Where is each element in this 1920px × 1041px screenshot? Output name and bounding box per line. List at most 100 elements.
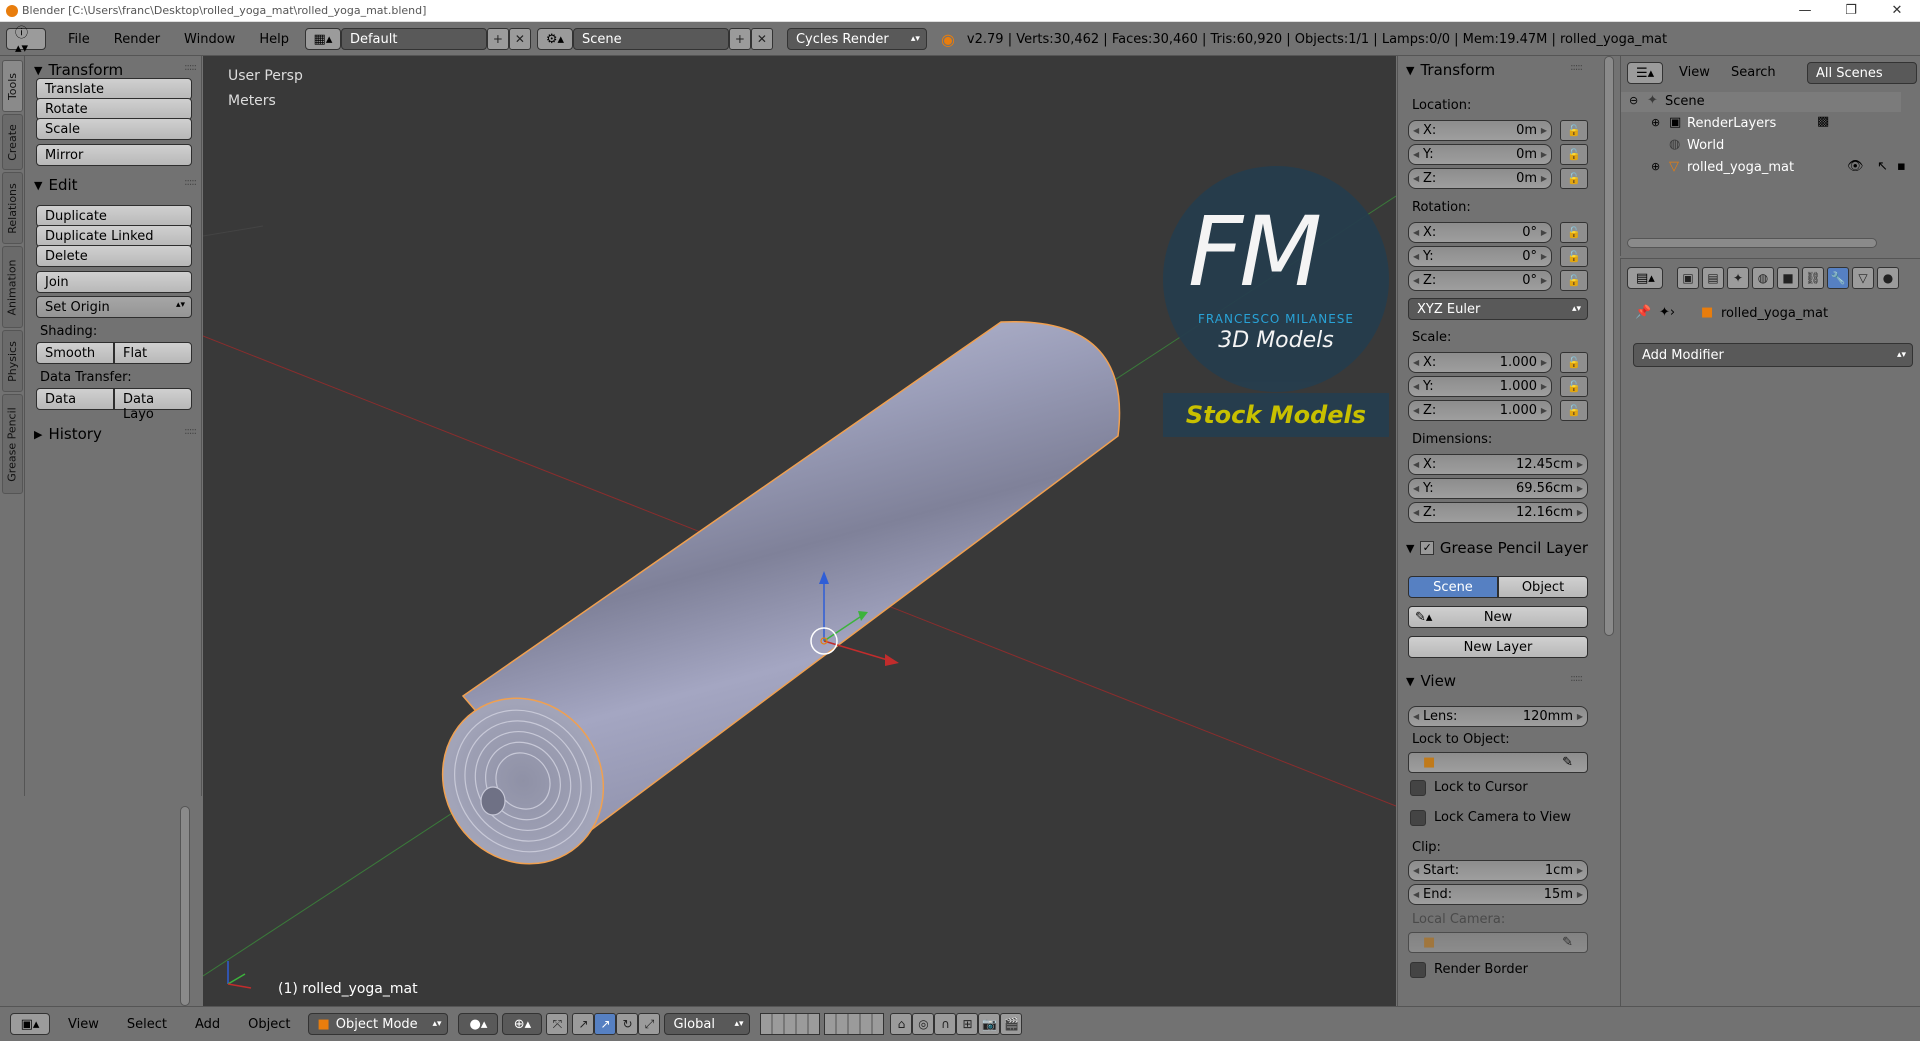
outliner-row-world[interactable]: ◍ World: [1621, 136, 1901, 156]
collapse-icon[interactable]: ⊖: [1629, 94, 1638, 107]
local-camera-field[interactable]: ■ ✎: [1408, 932, 1588, 953]
modifiers-wrench-tab-icon[interactable]: 🔧: [1827, 267, 1849, 289]
panel-header-transform[interactable]: ▼ Transform:::::: [1398, 58, 1588, 82]
constraints-tab-icon[interactable]: ⛓: [1802, 267, 1824, 289]
world-tab-icon[interactable]: ◍: [1752, 267, 1774, 289]
layer-buttons-1[interactable]: [760, 1013, 821, 1035]
rotation-z-field[interactable]: ◀ Z: 0° ▶: [1408, 270, 1552, 291]
lock-icon[interactable]: 🔓: [1560, 352, 1588, 373]
location-x-field[interactable]: ◀ X: 0m ▶: [1408, 120, 1552, 141]
drag-handle-icon[interactable]: :::::: [184, 426, 197, 437]
menu-object[interactable]: Object: [248, 1017, 290, 1032]
clip-end-field[interactable]: ◀ End: 15m ▶: [1408, 884, 1588, 905]
rotate-button[interactable]: Rotate: [36, 98, 192, 120]
eyedropper-icon[interactable]: ✎: [1562, 755, 1573, 770]
delete-layout-button[interactable]: ✕: [508, 28, 531, 50]
camera-render-icon[interactable]: ▪: [1897, 159, 1906, 174]
translate-manipulator-icon[interactable]: ↗: [572, 1013, 595, 1035]
lens-field[interactable]: ◀ Lens: 120mm ▶: [1408, 706, 1588, 727]
outliner-row-scene[interactable]: ⊖ ✦ Scene: [1621, 92, 1901, 112]
scale-z-field[interactable]: ◀ Z: 1.000 ▶: [1408, 400, 1552, 421]
eyedropper-icon[interactable]: ✎: [1562, 935, 1573, 950]
pin-icon[interactable]: 📌: [1635, 305, 1651, 320]
properties-scrollbar[interactable]: [1604, 56, 1614, 636]
outliner-row-rolled-yoga-mat[interactable]: ⊕ ▽ rolled_yoga_mat 👁 ↖ ▪: [1621, 158, 1920, 178]
layer-buttons-2[interactable]: [824, 1013, 885, 1035]
properties-editor-type-button[interactable]: ▤▴: [1627, 267, 1663, 289]
render-tab-icon[interactable]: ▣: [1677, 267, 1699, 289]
eye-icon[interactable]: 👁: [1847, 159, 1864, 174]
render-engine-dropdown[interactable]: Cycles Render ▴▾: [786, 28, 927, 50]
data-tab-icon[interactable]: ▽: [1852, 267, 1874, 289]
panel-header-grease-pencil[interactable]: ▼ ✓ Grease Pencil Layer: [1398, 536, 1588, 560]
renderlayers-tab-icon[interactable]: ▤: [1702, 267, 1724, 289]
scale-x-field[interactable]: ◀ X: 1.000 ▶: [1408, 352, 1552, 373]
drag-handle-icon[interactable]: :::::: [184, 62, 197, 73]
tab-grease-pencil[interactable]: Grease Pencil: [2, 394, 23, 494]
outliner-editor-type-button[interactable]: ☰▴: [1627, 62, 1663, 84]
mirror-button[interactable]: Mirror: [36, 144, 192, 166]
add-layout-button[interactable]: +: [486, 28, 509, 50]
rotation-y-field[interactable]: ◀ Y: 0° ▶: [1408, 246, 1552, 267]
pivot-point-dropdown[interactable]: ⊕▴: [502, 1013, 543, 1035]
smooth-shading-button[interactable]: Smooth: [36, 342, 114, 364]
layout-name-field[interactable]: Default: [340, 28, 487, 50]
scene-browse-button[interactable]: ⚙▴: [536, 28, 573, 50]
menu-window[interactable]: Window: [184, 32, 235, 47]
set-origin-dropdown[interactable]: Set Origin ▴▾: [36, 296, 192, 318]
opengl-animation-icon[interactable]: 🎬: [1000, 1013, 1023, 1035]
editor-type-3dview-button[interactable]: ▣▴: [10, 1013, 50, 1035]
scene-name-field[interactable]: Scene: [572, 28, 729, 50]
cursor-select-icon[interactable]: ↖: [1877, 159, 1888, 174]
outliner-horizontal-scrollbar[interactable]: [1627, 238, 1877, 248]
add-scene-button[interactable]: +: [728, 28, 751, 50]
lock-icon[interactable]: 🔓: [1560, 246, 1588, 267]
material-tab-icon[interactable]: ●: [1877, 267, 1899, 289]
maximize-icon[interactable]: ❐: [1828, 0, 1874, 22]
panel-header-history[interactable]: ▶ History:::::: [26, 422, 202, 446]
lock-icon[interactable]: 🔓: [1560, 120, 1588, 141]
outliner-row-renderlayers[interactable]: ⊕ ▣ RenderLayers ▩: [1621, 114, 1901, 134]
join-button[interactable]: Join: [36, 271, 192, 293]
menu-view[interactable]: View: [68, 1017, 99, 1032]
tab-physics[interactable]: Physics: [2, 330, 23, 392]
panel-header-edit[interactable]: ▼ Edit:::::: [26, 173, 202, 197]
scene-tab-icon[interactable]: ✦: [1727, 267, 1749, 289]
renderlayer-toggle-icon[interactable]: ▩: [1817, 114, 1829, 129]
editor-type-info-button[interactable]: ⓘ ▴▾: [6, 26, 46, 56]
menu-select[interactable]: Select: [127, 1017, 167, 1032]
manipulator-toggle-icon[interactable]: ⤧: [546, 1013, 569, 1035]
scale-button[interactable]: Scale: [36, 118, 192, 140]
dimensions-z-field[interactable]: ◀ Z: 12.16cm ▶: [1408, 502, 1588, 523]
data-layout-transfer-button[interactable]: Data Layo: [114, 388, 192, 422]
rotation-x-field[interactable]: ◀ X: 0° ▶: [1408, 222, 1552, 243]
transform-orientation-dropdown[interactable]: Global ▴▾: [664, 1013, 751, 1035]
close-icon[interactable]: ✕: [1874, 0, 1920, 22]
rotate-mode-icon[interactable]: ↻: [616, 1013, 639, 1035]
tab-tools[interactable]: Tools: [2, 60, 23, 112]
location-z-field[interactable]: ◀ Z: 0m ▶: [1408, 168, 1552, 189]
menu-help[interactable]: Help: [259, 32, 289, 47]
flat-shading-button[interactable]: Flat: [114, 342, 192, 364]
translate-mode-icon[interactable]: ↗: [594, 1013, 617, 1035]
panel-header-view[interactable]: ▼ View:::::: [1398, 669, 1588, 693]
3d-viewport[interactable]: User Persp Meters (1) rolled_yoga_mat FM…: [203, 56, 1396, 1006]
tab-create[interactable]: Create: [2, 114, 23, 170]
clip-start-field[interactable]: ◀ Start: 1cm ▶: [1408, 860, 1588, 881]
delete-button[interactable]: Delete: [36, 245, 192, 267]
tab-animation[interactable]: Animation: [2, 246, 23, 328]
add-modifier-dropdown[interactable]: Add Modifier ▴▾: [1633, 343, 1913, 367]
opengl-render-icon[interactable]: 📷: [978, 1013, 1001, 1035]
minimize-icon[interactable]: —: [1782, 0, 1828, 22]
snap-element-icon[interactable]: ⊞: [956, 1013, 979, 1035]
scale-y-field[interactable]: ◀ Y: 1.000 ▶: [1408, 376, 1552, 397]
gp-scene-button[interactable]: Scene: [1408, 576, 1498, 598]
snap-magnet-icon[interactable]: ∩: [934, 1013, 957, 1035]
duplicate-button[interactable]: Duplicate: [36, 205, 192, 227]
expand-icon[interactable]: ⊕: [1651, 116, 1660, 129]
lock-to-cursor-checkbox[interactable]: [1410, 780, 1426, 796]
lock-camera-checkbox[interactable]: [1410, 810, 1426, 826]
drag-handle-icon[interactable]: :::::: [184, 177, 197, 188]
lock-icon[interactable]: 🔓: [1560, 400, 1588, 421]
tool-shelf-scrollbar[interactable]: [180, 806, 190, 1006]
